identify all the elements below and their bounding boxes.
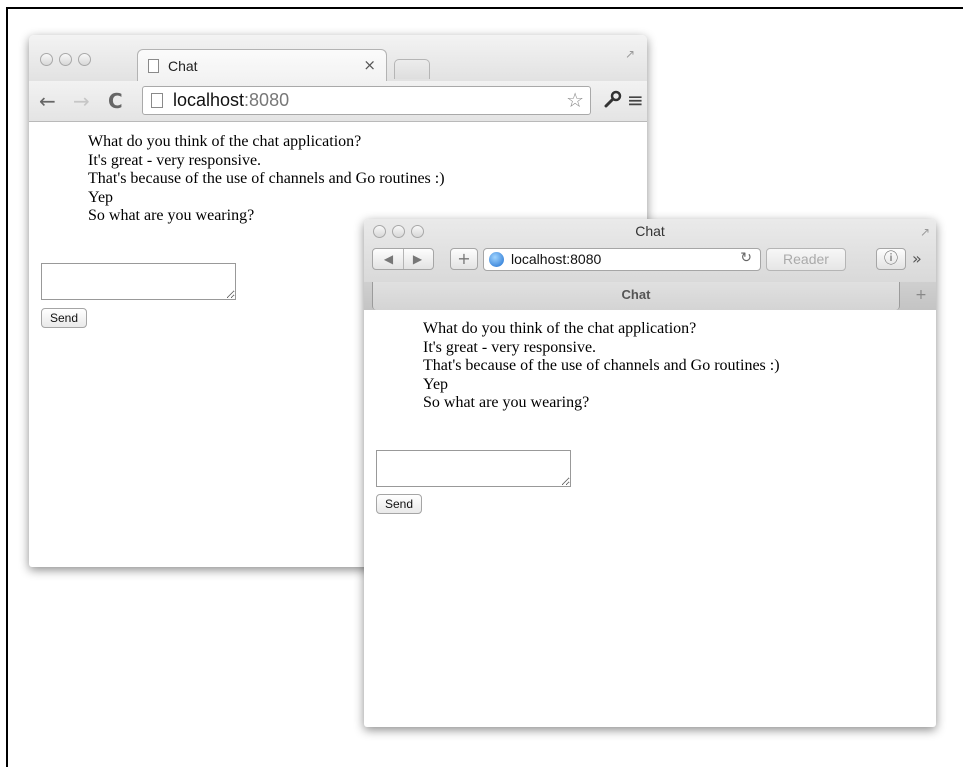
menu-icon[interactable]: ≡ bbox=[627, 88, 644, 112]
resize-icon[interactable]: ↗ bbox=[625, 47, 635, 61]
send-button[interactable]: Send bbox=[376, 494, 423, 514]
page-icon bbox=[148, 59, 159, 73]
resize-icon[interactable]: ↗ bbox=[920, 225, 930, 239]
chrome-tab-chat[interactable]: Chat × bbox=[137, 49, 387, 82]
chat-message: Yep bbox=[88, 188, 114, 206]
message-input[interactable] bbox=[376, 450, 571, 487]
back-forward-buttons: ◀ ▶ bbox=[372, 248, 434, 270]
download-icon[interactable]: ⓘ bbox=[876, 248, 906, 270]
back-arrow-icon[interactable]: ◀ bbox=[375, 249, 403, 269]
chat-message: It's great - very responsive. bbox=[423, 338, 597, 356]
address-bar[interactable]: localhost:8080 ↻ bbox=[483, 248, 761, 271]
window-title: Chat bbox=[635, 223, 665, 239]
send-button[interactable]: Send bbox=[41, 308, 88, 328]
forward-arrow-icon[interactable]: → bbox=[73, 89, 90, 113]
new-tab-icon[interactable]: + bbox=[906, 282, 936, 310]
chat-message: What do you think of the chat applicatio… bbox=[88, 133, 362, 150]
safari-browser-window: Chat ↗ ◀ ▶ + localhost:8080 ↻ Reader ⓘ » … bbox=[364, 219, 936, 727]
address-url: localhost:8080 bbox=[511, 251, 602, 267]
chrome-titlebar: Chat × ↗ bbox=[29, 35, 647, 82]
wrench-icon[interactable] bbox=[604, 90, 622, 113]
chat-messages: What do you think of the chat applicatio… bbox=[88, 133, 445, 226]
chat-messages: What do you think of the chat applicatio… bbox=[423, 320, 780, 413]
page-icon bbox=[151, 93, 163, 108]
chat-message: That's because of the use of channels an… bbox=[88, 170, 445, 187]
back-arrow-icon[interactable]: ← bbox=[39, 89, 56, 113]
star-icon[interactable]: ☆ bbox=[566, 88, 584, 112]
window-controls bbox=[40, 53, 91, 66]
address-url: localhost:8080 bbox=[173, 90, 290, 110]
close-tab-icon[interactable]: × bbox=[363, 56, 376, 74]
chat-message: So what are you wearing? bbox=[423, 394, 590, 411]
tab-title: Chat bbox=[168, 58, 198, 74]
chat-message: It's great - very responsive. bbox=[88, 151, 262, 169]
overflow-icon[interactable]: » bbox=[912, 249, 922, 268]
chat-message: What do you think of the chat applicatio… bbox=[423, 320, 697, 337]
safari-tab-chat[interactable]: Chat bbox=[372, 282, 900, 310]
new-tab-button[interactable] bbox=[394, 59, 430, 79]
zoom-window-button[interactable] bbox=[78, 53, 91, 66]
forward-arrow-icon[interactable]: ▶ bbox=[402, 249, 432, 269]
close-window-button[interactable] bbox=[40, 53, 53, 66]
reload-icon[interactable]: ↻ bbox=[740, 250, 752, 266]
chat-message: That's because of the use of channels an… bbox=[423, 357, 780, 374]
add-bookmark-icon[interactable]: + bbox=[450, 248, 478, 270]
chat-message: Yep bbox=[423, 375, 449, 393]
address-bar[interactable]: localhost:8080 ☆ bbox=[142, 86, 591, 115]
safari-toolbar: Chat ↗ ◀ ▶ + localhost:8080 ↻ Reader ⓘ » … bbox=[364, 219, 936, 310]
globe-icon bbox=[489, 252, 504, 267]
minimize-window-button[interactable] bbox=[59, 53, 72, 66]
reload-icon[interactable]: C bbox=[108, 89, 123, 113]
message-input[interactable] bbox=[41, 263, 236, 300]
reader-button[interactable]: Reader bbox=[766, 248, 846, 271]
